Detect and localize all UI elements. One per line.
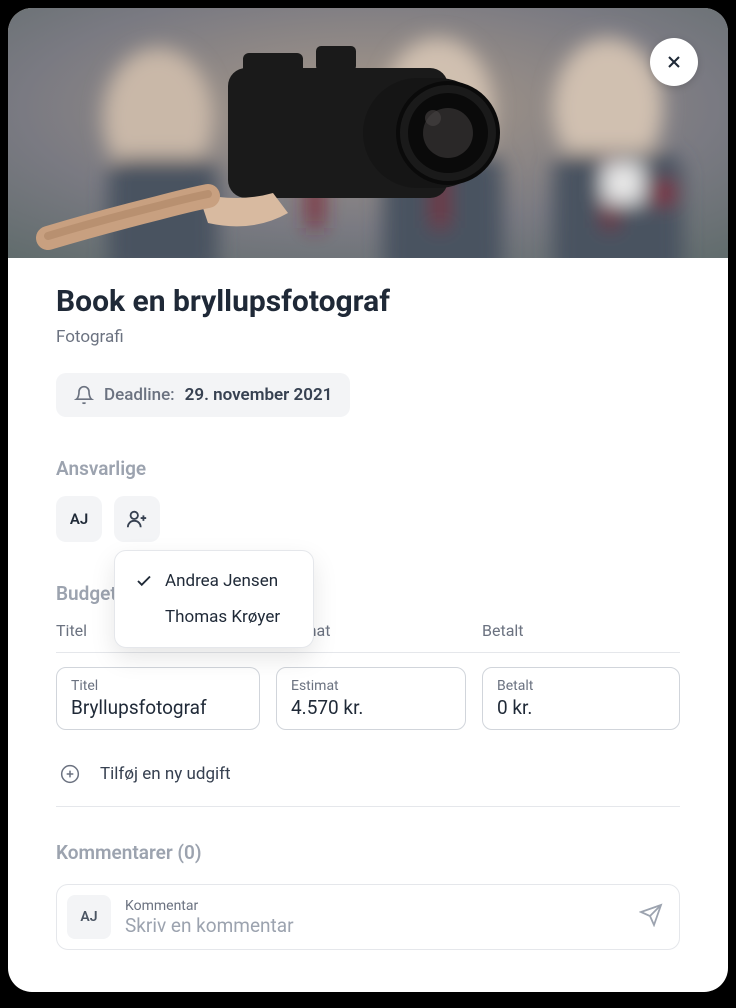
task-category: Fotografi [56,327,680,347]
dropdown-item-label: Andrea Jensen [165,571,278,591]
assignee-avatar[interactable]: AJ [56,496,102,542]
field-label: Titel [71,678,245,694]
field-value: 4.570 kr. [291,696,451,719]
add-expense-button[interactable]: Tilføj en ny udgift [56,750,680,807]
budget-paid-field[interactable]: Betalt 0 kr. [482,667,680,730]
dropdown-item-andrea[interactable]: Andrea Jensen [115,563,313,599]
assignees-row: AJ Andrea Jensen Thomas Krøyer [56,496,680,542]
task-modal: Book en bryllupsfotograf Fotografi Deadl… [8,8,728,992]
comment-input-label: Kommentar [125,898,625,914]
budget-title-field[interactable]: Titel Bryllupsfotograf [56,667,260,730]
dropdown-item-thomas[interactable]: Thomas Krøyer [115,599,313,635]
col-paid: Betalt [482,621,680,640]
deadline-label: Deadline: [104,385,175,405]
deadline-date: 29. november 2021 [185,385,333,405]
close-button[interactable] [650,38,698,86]
hero-image [8,8,728,258]
budget-row: Titel Bryllupsfotograf Estimat 4.570 kr.… [56,667,680,730]
assignee-dropdown: Andrea Jensen Thomas Krøyer [114,550,314,648]
divider [56,652,680,653]
comment-input[interactable]: Kommentar Skriv en kommentar [125,898,625,937]
assignees-section-label: Ansvarlige [56,457,680,480]
field-label: Estimat [291,678,451,694]
field-label: Betalt [497,678,665,694]
comment-avatar: AJ [67,895,111,939]
comment-input-row: AJ Kommentar Skriv en kommentar [56,884,680,950]
task-title: Book en bryllupsfotograf [56,284,680,319]
send-comment-button[interactable] [639,903,663,931]
close-icon [664,52,684,72]
budget-estimate-field[interactable]: Estimat 4.570 kr. [276,667,466,730]
comments-section-label: Kommentarer (0) [56,841,680,864]
check-icon [135,572,153,590]
add-assignee-button[interactable] [114,496,160,542]
add-expense-label: Tilføj en ny udgift [100,764,231,784]
field-value: Bryllupsfotograf [71,696,245,719]
field-value: 0 kr. [497,696,665,719]
dropdown-item-label: Thomas Krøyer [165,607,280,627]
deadline-pill[interactable]: Deadline: 29. november 2021 [56,373,350,417]
person-plus-icon [126,508,148,530]
plus-circle-icon [60,764,80,784]
comment-input-placeholder: Skriv en kommentar [125,914,625,937]
bell-icon [74,385,94,405]
send-icon [639,903,663,927]
